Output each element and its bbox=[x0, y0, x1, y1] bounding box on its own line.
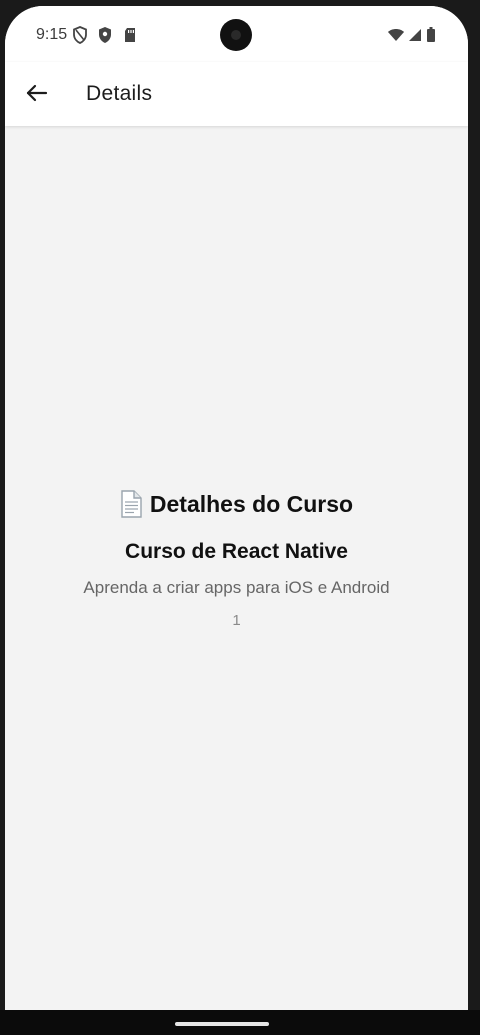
app-header: Details bbox=[5, 62, 468, 126]
device-frame: 9:15 Details Detalhes do Curso Curso de … bbox=[0, 0, 480, 1035]
back-button[interactable] bbox=[21, 78, 51, 108]
status-time: 9:15 bbox=[36, 26, 68, 43]
course-details: Detalhes do Curso Curso de React Native … bbox=[5, 486, 468, 629]
page-title: Detalhes do Curso bbox=[5, 486, 468, 522]
course-id: 1 bbox=[232, 612, 241, 629]
battery-icon bbox=[426, 26, 436, 44]
shield-filled-icon bbox=[97, 26, 113, 44]
document-icon bbox=[120, 490, 142, 518]
course-description: Aprenda a criar apps para iOS e Android bbox=[83, 578, 390, 597]
home-indicator[interactable] bbox=[175, 1022, 269, 1026]
page-title-text: Detalhes do Curso bbox=[149, 490, 354, 517]
status-bar: 9:15 bbox=[5, 6, 468, 62]
system-nav-bar bbox=[0, 1010, 480, 1035]
arrow-left-icon bbox=[26, 84, 48, 102]
screen: 9:15 Details Detalhes do Curso Curso de … bbox=[5, 6, 468, 1010]
wifi-icon bbox=[387, 26, 405, 44]
course-title: Curso de React Native bbox=[125, 540, 348, 563]
header-title: Details bbox=[86, 82, 153, 105]
signal-icon bbox=[407, 26, 423, 44]
front-camera bbox=[220, 19, 252, 51]
sd-card-icon bbox=[122, 26, 138, 44]
shield-outline-icon bbox=[72, 26, 88, 44]
